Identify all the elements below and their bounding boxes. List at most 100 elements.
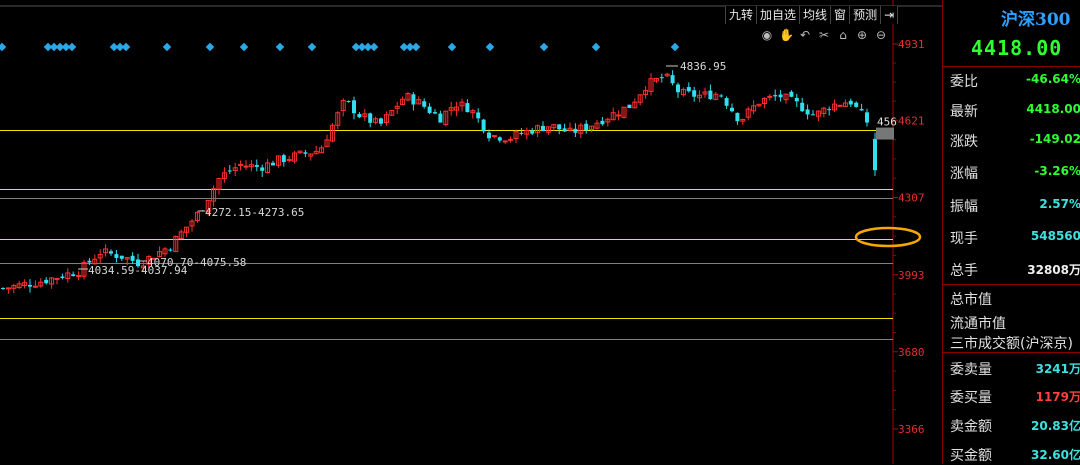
- price-annotation: 4034.59-4037.94: [88, 264, 188, 277]
- candle-body-down: [114, 254, 119, 258]
- candle-body-down: [735, 112, 740, 122]
- quote-row: 委比 -46.64%: [943, 69, 1080, 91]
- candle-body-down: [686, 87, 691, 92]
- y-tick-label: 3680: [898, 346, 925, 359]
- signal-diamond-marker: [485, 42, 495, 52]
- candle-body-down: [438, 113, 443, 123]
- quote-row-value: 4418.00: [1026, 102, 1080, 116]
- candle-body-down: [281, 155, 286, 163]
- chart-area[interactable]: 4931 4621 4307 3993 3680 3366 456 4836.95 4272.1…: [0, 0, 942, 464]
- candlestick-chart[interactable]: 4931 4621 4307 3993 3680 3366 456 4836.95 4272.1…: [0, 0, 942, 464]
- candle-body-down: [692, 90, 697, 97]
- signal-diamond-marker: [591, 42, 601, 52]
- candle-body-down: [411, 94, 416, 105]
- quote-panel: 沪深300 4418.00 委比 -46.64% 最新 4418.00 涨跌 -149.0…: [942, 0, 1080, 464]
- signal-diamond-marker: [162, 42, 172, 52]
- quote-row-label: 委买量: [950, 390, 992, 406]
- price-tag-box: [876, 127, 894, 140]
- index-name: 沪深300: [1001, 10, 1071, 30]
- quote-row: 涨跌 -149.02: [943, 129, 1080, 151]
- candle-body-up: [502, 140, 508, 143]
- candle-body-down: [433, 112, 437, 114]
- highlight-ellipse: [854, 226, 922, 248]
- quote-row-label: 三市成交额(沪深京): [950, 336, 1073, 352]
- moving-average-button[interactable]: 均线: [799, 6, 831, 24]
- candle-body-down: [773, 95, 778, 97]
- quote-row-label: 总手: [950, 263, 978, 279]
- candle-body-down: [368, 113, 373, 123]
- candle-body-down: [379, 118, 383, 124]
- quote-row: 买金额 32.60亿: [943, 443, 1080, 465]
- candle-body-down: [71, 274, 76, 277]
- candle-body-down: [519, 132, 524, 134]
- quote-row-label: 流通市值: [950, 316, 1006, 332]
- quote-row: 委买量 1179万: [943, 385, 1080, 407]
- quote-row-value: -149.02: [1029, 132, 1080, 146]
- candle-body-down: [659, 77, 664, 79]
- y-tick-label: 3366: [898, 423, 925, 436]
- candle-body-down: [584, 123, 589, 131]
- nine-turn-button[interactable]: 九转: [725, 6, 757, 24]
- candle-body-up: [238, 163, 244, 166]
- quote-row: 振幅 2.57%: [943, 194, 1080, 216]
- candle-body-down: [465, 103, 470, 113]
- window-button[interactable]: 窗: [830, 6, 850, 24]
- quote-row-value: 32.60亿: [1031, 448, 1080, 462]
- candle-body-down: [487, 132, 491, 139]
- candle-body-down: [854, 102, 859, 107]
- lock-icon[interactable]: ⌂: [836, 28, 850, 42]
- candle-body-down: [60, 276, 65, 279]
- candle-body-down: [303, 152, 308, 154]
- candle-body-down: [562, 128, 567, 132]
- zoom-in-icon[interactable]: ⊕: [855, 28, 869, 42]
- add-watchlist-button[interactable]: 加自选: [756, 6, 800, 24]
- candle-body-down: [254, 164, 259, 167]
- quote-row-value: -3.26%: [1034, 164, 1080, 178]
- candle-body-down: [541, 125, 545, 132]
- signal-diamond-marker: [369, 42, 379, 52]
- quote-row-value: -46.64%: [1026, 72, 1080, 86]
- y-tick-label: 4931: [898, 38, 925, 51]
- scissors-icon[interactable]: ✂: [817, 28, 831, 42]
- candle-body-down: [873, 138, 877, 171]
- candle-body-down: [481, 119, 486, 132]
- zoom-out-icon[interactable]: ⊖: [874, 28, 888, 42]
- candle-body-down: [130, 255, 135, 261]
- quote-row-value: 1179万: [1035, 390, 1080, 404]
- candle-body-down: [357, 114, 362, 118]
- candle-body-down: [778, 94, 783, 98]
- signal-diamond-marker: [121, 42, 131, 52]
- signal-diamond-marker: [447, 42, 457, 52]
- candle-body-up: [54, 277, 60, 280]
- candle-body-down: [827, 109, 832, 111]
- candle-body-down: [865, 112, 869, 123]
- candle-body-down: [789, 91, 794, 97]
- eye-icon[interactable]: ◉: [760, 28, 774, 42]
- candle-body-down: [805, 109, 810, 115]
- candle-body-down: [730, 107, 734, 112]
- hand-icon[interactable]: ✋: [779, 28, 794, 42]
- quote-row-label: 卖金额: [950, 419, 992, 435]
- forecast-button[interactable]: 预测: [849, 6, 881, 24]
- price-annotation: 4836.95: [680, 60, 726, 73]
- collapse-panel-icon[interactable]: ⇥: [880, 6, 899, 24]
- candle-body-down: [346, 100, 351, 102]
- candle-body-down: [794, 97, 799, 102]
- quote-row-value: 2.57%: [1039, 197, 1080, 211]
- divider: [943, 284, 1080, 285]
- signal-diamond-marker: [67, 42, 77, 52]
- quote-row-label: 买金额: [950, 448, 992, 464]
- undo-icon[interactable]: ↶: [798, 28, 812, 42]
- candle-body-up: [767, 95, 773, 98]
- candle-body-down: [708, 90, 713, 100]
- candle-body-down: [271, 162, 275, 166]
- quote-row: 现手 548560: [943, 226, 1080, 248]
- candle-body-down: [109, 251, 113, 254]
- candle-body-down: [44, 279, 49, 284]
- quote-row-label: 涨跌: [950, 134, 978, 150]
- candle-body-down: [676, 84, 680, 93]
- candle-body-up: [508, 138, 514, 141]
- quote-row-label: 现手: [950, 231, 978, 247]
- candle-body-up: [286, 159, 292, 162]
- candle-body-down: [848, 100, 853, 105]
